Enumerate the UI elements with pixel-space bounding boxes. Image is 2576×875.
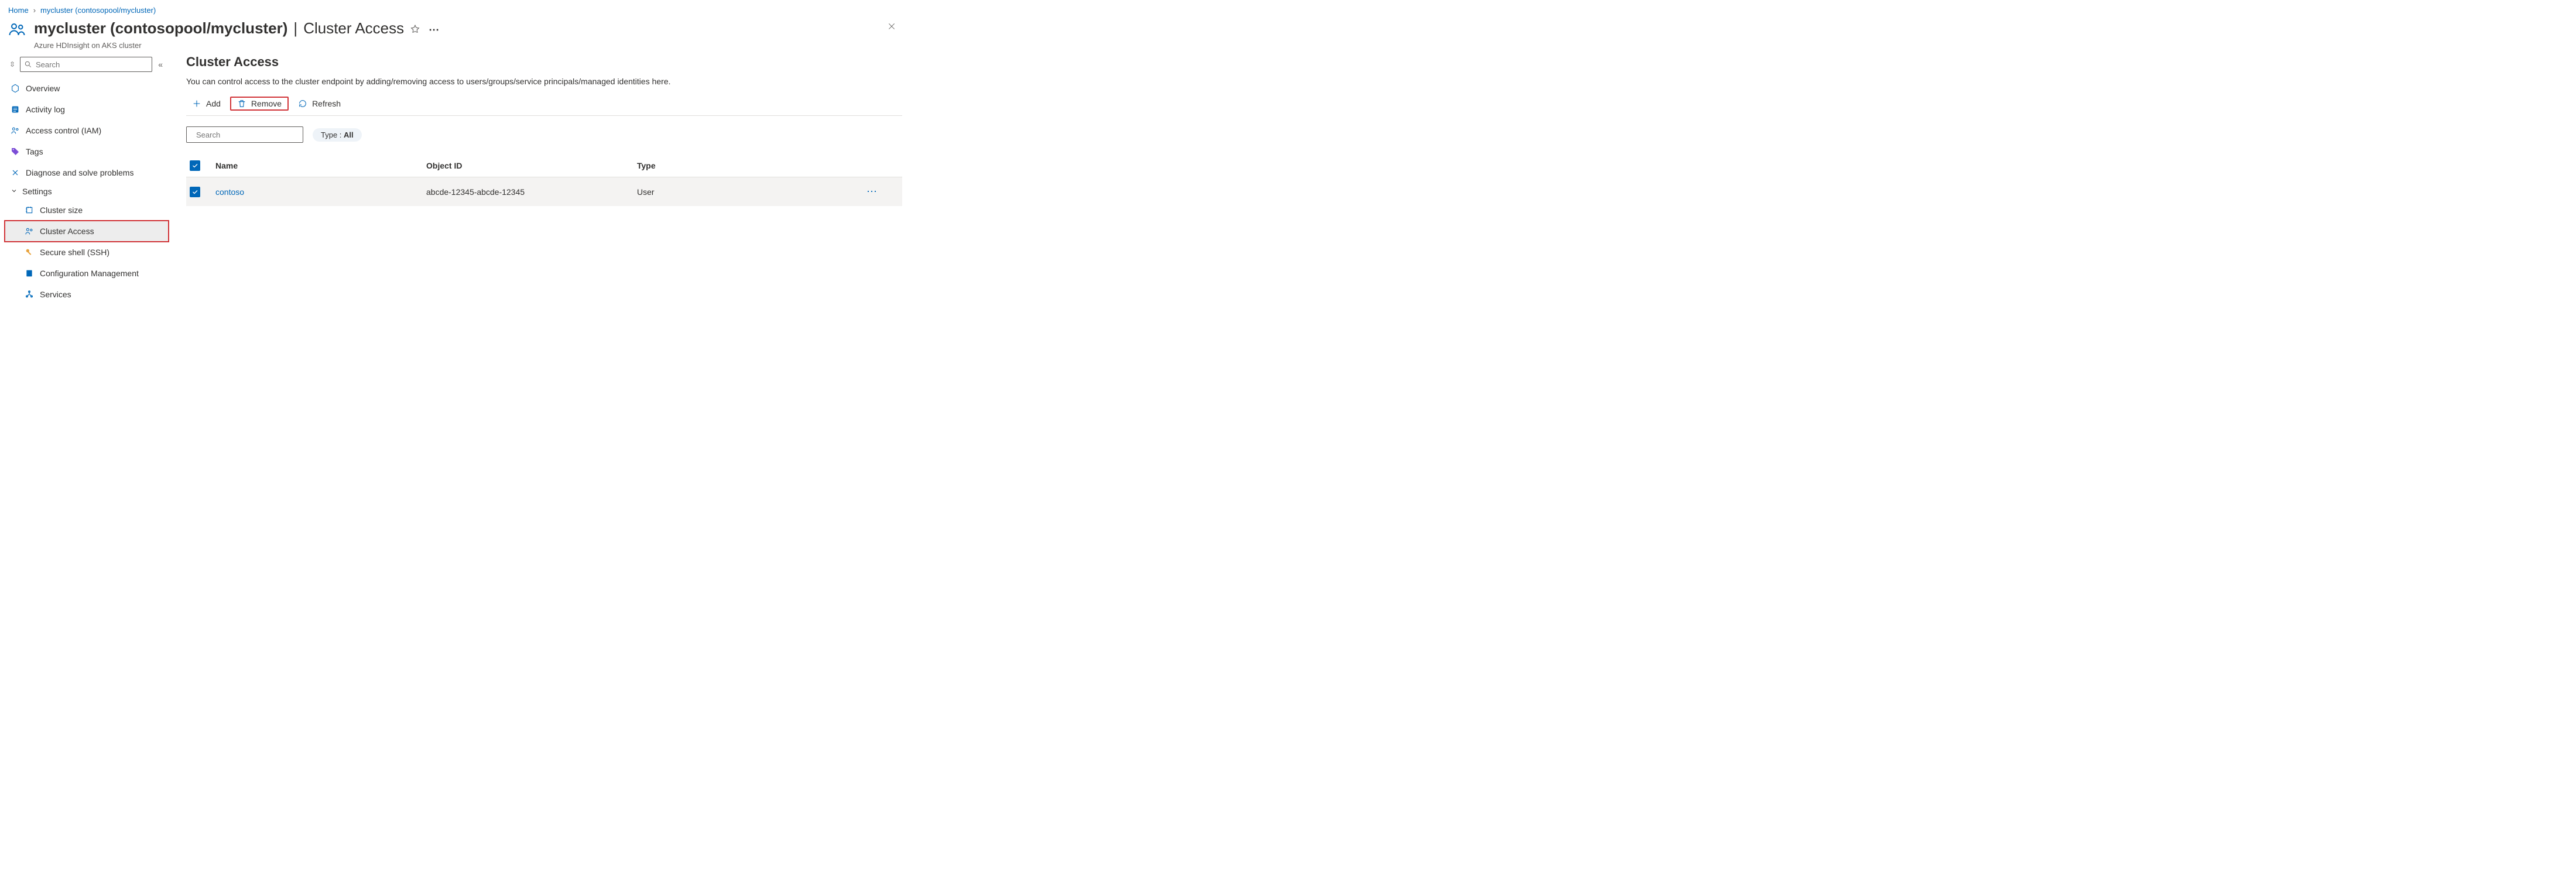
sidebar-item-diagnose[interactable]: Diagnose and solve problems (5, 162, 169, 183)
main-description: You can control access to the cluster en… (186, 77, 902, 86)
type-filter-value: All (344, 131, 354, 139)
cluster-size-icon (25, 205, 34, 215)
breadcrumb: Home › mycluster (contosopool/mycluster) (0, 0, 910, 18)
row-object-id: abcde-12345-abcde-12345 (426, 187, 637, 197)
refresh-button-label: Refresh (312, 99, 341, 108)
row-more-actions-icon[interactable]: ⋯ (848, 186, 902, 198)
title-primary: mycluster (contosopool/mycluster) (34, 19, 287, 37)
sidebar-search-input[interactable] (36, 60, 148, 69)
tags-icon (11, 147, 20, 156)
title-divider: | (293, 19, 297, 37)
chevron-down-icon (11, 187, 18, 196)
sidebar-section-settings[interactable]: Settings (5, 183, 169, 200)
type-filter-label: Type : (321, 131, 344, 139)
breadcrumb-separator: › (33, 6, 36, 15)
type-filter-pill[interactable]: Type : All (313, 128, 362, 142)
row-checkbox[interactable] (190, 187, 200, 197)
cluster-access-icon (25, 227, 34, 236)
sidebar-item-label: Secure shell (SSH) (40, 248, 109, 257)
people-icon (8, 20, 26, 38)
sidebar-item-secure-shell[interactable]: Secure shell (SSH) (5, 242, 169, 263)
toolbar: Add Remove Refresh (186, 97, 902, 116)
key-icon (25, 248, 34, 257)
overview-icon (11, 84, 20, 93)
main-content: Cluster Access You can control access to… (169, 54, 910, 206)
breadcrumb-home[interactable]: Home (8, 6, 29, 15)
table-header-type[interactable]: Type (637, 161, 848, 170)
sidebar-item-overview[interactable]: Overview (5, 78, 169, 99)
sidebar-item-label: Activity log (26, 105, 65, 114)
table-header-name[interactable]: Name (215, 161, 426, 170)
table-row: contoso abcde-12345-abcde-12345 User ⋯ (186, 177, 902, 206)
sidebar-item-activity-log[interactable]: Activity log (5, 99, 169, 120)
sidebar-search[interactable] (20, 57, 152, 72)
sidebar-item-config-mgmt[interactable]: Configuration Management (5, 263, 169, 284)
add-button[interactable]: Add (186, 97, 227, 111)
activity-log-icon (11, 105, 20, 114)
access-control-icon (11, 126, 20, 135)
more-actions-icon[interactable]: ⋯ (429, 25, 440, 35)
search-icon (24, 60, 32, 68)
plus-icon (192, 99, 201, 108)
remove-button[interactable]: Remove (230, 97, 289, 111)
sidebar-item-access-control[interactable]: Access control (IAM) (5, 120, 169, 141)
sidebar-item-services[interactable]: Services (5, 284, 169, 305)
sidebar-item-label: Cluster Access (40, 227, 94, 236)
breadcrumb-cluster[interactable]: mycluster (contosopool/mycluster) (40, 6, 156, 15)
filter-row: Type : All (186, 126, 902, 143)
sidebar-item-label: Access control (IAM) (26, 126, 101, 135)
remove-button-label: Remove (251, 99, 282, 108)
favorite-star-icon[interactable] (410, 20, 420, 39)
access-table: Name Object ID Type contoso abcde-12345-… (186, 155, 902, 206)
sidebar-section-label: Settings (22, 187, 52, 196)
title-secondary: Cluster Access (303, 19, 404, 37)
sidebar: ⇳ « Overview Activity log Access control… (5, 54, 169, 305)
sidebar-item-label: Diagnose and solve problems (26, 168, 133, 177)
row-name-link[interactable]: contoso (215, 187, 426, 197)
select-all-checkbox[interactable] (190, 160, 200, 171)
main-heading: Cluster Access (186, 54, 902, 70)
refresh-button[interactable]: Refresh (292, 97, 347, 111)
add-button-label: Add (206, 99, 221, 108)
sidebar-item-tags[interactable]: Tags (5, 141, 169, 162)
title-row: mycluster (contosopool/mycluster) | Clus… (0, 18, 910, 54)
sidebar-item-cluster-size[interactable]: Cluster size (5, 200, 169, 221)
sidebar-item-cluster-access[interactable]: Cluster Access (5, 221, 169, 242)
services-icon (25, 290, 34, 299)
sidebar-item-label: Services (40, 290, 71, 299)
sidebar-item-label: Cluster size (40, 205, 83, 215)
table-header-row: Name Object ID Type (186, 155, 902, 177)
config-icon (25, 269, 34, 278)
page-title: mycluster (contosopool/mycluster) | Clus… (34, 18, 879, 39)
resource-type-subtitle: Azure HDInsight on AKS cluster (34, 41, 879, 50)
trash-icon (237, 99, 246, 108)
sidebar-item-label: Overview (26, 84, 60, 93)
close-icon[interactable] (887, 18, 902, 33)
row-type: User (637, 187, 848, 197)
table-search[interactable] (186, 126, 303, 143)
sidebar-item-label: Configuration Management (40, 269, 139, 278)
collapse-sidebar-icon[interactable]: « (156, 60, 165, 69)
table-search-input[interactable] (196, 131, 299, 139)
expand-collapse-icon[interactable]: ⇳ (8, 60, 16, 68)
sidebar-item-label: Tags (26, 147, 43, 156)
refresh-icon (298, 99, 307, 108)
diagnose-icon (11, 168, 20, 177)
table-header-object-id[interactable]: Object ID (426, 161, 637, 170)
